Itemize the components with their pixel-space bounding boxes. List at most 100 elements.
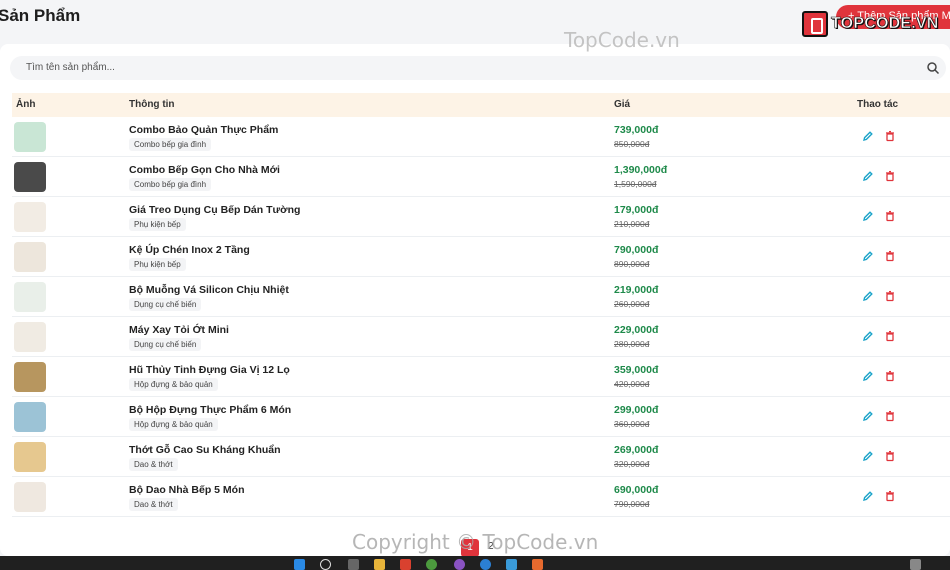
- edit-icon[interactable]: [862, 250, 874, 262]
- product-category-badge: Phụ kiện bếp: [129, 258, 186, 271]
- edit-icon[interactable]: [862, 330, 874, 342]
- edit-icon[interactable]: [862, 490, 874, 502]
- table-row: Thớt Gỗ Cao Su Kháng Khuẩn Dao & thớt 26…: [12, 437, 950, 477]
- delete-icon[interactable]: [884, 290, 896, 302]
- delete-icon[interactable]: [884, 250, 896, 262]
- search-bar[interactable]: Tìm tên sản phẩm...: [10, 56, 946, 80]
- product-price: 269,000đ: [614, 444, 659, 456]
- app-icon-red[interactable]: [400, 559, 411, 570]
- product-old-price: 790,000đ: [614, 499, 650, 509]
- product-old-price: 890,000đ: [614, 259, 650, 269]
- table-row: Kệ Úp Chén Inox 2 Tầng Phụ kiện bếp 790,…: [12, 237, 950, 277]
- edit-icon[interactable]: [862, 450, 874, 462]
- edit-icon[interactable]: [862, 170, 874, 182]
- product-thumbnail: [14, 202, 46, 232]
- product-name: Hũ Thủy Tinh Đựng Gia Vị 12 Lọ: [129, 364, 290, 376]
- delete-icon[interactable]: [884, 490, 896, 502]
- table-row: Bộ Dao Nhà Bếp 5 Món Dao & thớt 690,000đ…: [12, 477, 950, 517]
- edit-icon[interactable]: [862, 130, 874, 142]
- tray-icon[interactable]: [910, 559, 921, 570]
- product-old-price: 360,000đ: [614, 419, 650, 429]
- product-old-price: 850,000đ: [614, 139, 650, 149]
- page-header: Sản Phẩm + Thêm Sản phẩm Mới TOPCODE.VN: [0, 0, 950, 40]
- product-old-price: 260,000đ: [614, 299, 650, 309]
- delete-icon[interactable]: [884, 210, 896, 222]
- edit-icon[interactable]: [862, 210, 874, 222]
- product-name: Giá Treo Dụng Cụ Bếp Dán Tường: [129, 204, 301, 216]
- product-category-badge: Hộp đựng & bảo quản: [129, 378, 218, 391]
- table-row: Giá Treo Dụng Cụ Bếp Dán Tường Phụ kiện …: [12, 197, 950, 237]
- edit-icon[interactable]: [862, 370, 874, 382]
- product-price: 739,000đ: [614, 124, 659, 136]
- product-price: 179,000đ: [614, 204, 659, 216]
- product-price: 1,390,000đ: [614, 164, 668, 176]
- product-category-badge: Dao & thớt: [129, 458, 178, 471]
- search-icon[interactable]: [926, 61, 940, 75]
- table-row: Combo Bảo Quản Thực Phẩm Combo bếp gia đ…: [12, 117, 950, 157]
- header-actions: Thao tác: [857, 99, 899, 110]
- product-price: 359,000đ: [614, 364, 659, 376]
- file-explorer-icon[interactable]: [374, 559, 385, 570]
- store-icon[interactable]: [506, 559, 517, 570]
- delete-icon[interactable]: [884, 410, 896, 422]
- delete-icon[interactable]: [884, 330, 896, 342]
- task-view-icon[interactable]: [348, 559, 359, 570]
- product-thumbnail: [14, 282, 46, 312]
- search-input[interactable]: Tìm tên sản phẩm...: [26, 62, 115, 73]
- table-row: Combo Bếp Gọn Cho Nhà Mới Combo bếp gia …: [12, 157, 950, 197]
- product-name: Bộ Muỗng Vá Silicon Chịu Nhiệt: [129, 284, 289, 296]
- table-row: Hũ Thủy Tinh Đựng Gia Vị 12 Lọ Hộp đựng …: [12, 357, 950, 397]
- logo-mark-icon: [802, 11, 828, 37]
- header-info: Thông tin: [129, 99, 175, 110]
- product-category-badge: Dụng cụ chế biến: [129, 338, 202, 351]
- product-thumbnail: [14, 122, 46, 152]
- watermark-bottom: Copyright © TopCode.vn: [352, 530, 599, 554]
- os-taskbar: [0, 556, 950, 570]
- table-row: Bộ Hộp Đựng Thực Phẩm 6 Món Hộp đựng & b…: [12, 397, 950, 437]
- edit-icon[interactable]: [862, 290, 874, 302]
- delete-icon[interactable]: [884, 170, 896, 182]
- product-thumbnail: [14, 162, 46, 192]
- header-image: Ảnh: [16, 99, 36, 110]
- product-price: 690,000đ: [614, 484, 659, 496]
- product-price: 219,000đ: [614, 284, 659, 296]
- product-old-price: 1,590,000đ: [614, 179, 657, 189]
- product-name: Bộ Dao Nhà Bếp 5 Món: [129, 484, 245, 496]
- product-name: Combo Bảo Quản Thực Phẩm: [129, 124, 279, 136]
- product-thumbnail: [14, 322, 46, 352]
- product-category-badge: Combo bếp gia đình: [129, 178, 212, 191]
- delete-icon[interactable]: [884, 450, 896, 462]
- product-old-price: 210,000đ: [614, 219, 650, 229]
- product-category-badge: Dao & thớt: [129, 498, 178, 511]
- app-icon-orange[interactable]: [532, 559, 543, 570]
- app-icon-purple[interactable]: [454, 559, 465, 570]
- product-name: Máy Xay Tỏi Ớt Mini: [129, 324, 229, 336]
- product-price: 790,000đ: [614, 244, 659, 256]
- search-taskbar-icon[interactable]: [320, 559, 331, 570]
- table-header: Ảnh Thông tin Giá Thao tác: [12, 93, 950, 117]
- product-category-badge: Phụ kiện bếp: [129, 218, 186, 231]
- topcode-logo: TOPCODE.VN: [802, 10, 939, 38]
- products-page: Sản Phẩm + Thêm Sản phẩm Mới TOPCODE.VN …: [0, 0, 950, 570]
- product-old-price: 420,000đ: [614, 379, 650, 389]
- delete-icon[interactable]: [884, 370, 896, 382]
- delete-icon[interactable]: [884, 130, 896, 142]
- product-category-badge: Combo bếp gia đình: [129, 138, 212, 151]
- chrome-icon[interactable]: [426, 559, 437, 570]
- product-thumbnail: [14, 242, 46, 272]
- windows-start-icon[interactable]: [294, 559, 305, 570]
- page-title: Sản Phẩm: [0, 6, 81, 25]
- product-price: 229,000đ: [614, 324, 659, 336]
- product-thumbnail: [14, 402, 46, 432]
- product-thumbnail: [14, 442, 46, 472]
- edge-icon[interactable]: [480, 559, 491, 570]
- product-category-badge: Dụng cụ chế biến: [129, 298, 202, 311]
- edit-icon[interactable]: [862, 410, 874, 422]
- product-thumbnail: [14, 362, 46, 392]
- product-old-price: 280,000đ: [614, 339, 650, 349]
- product-thumbnail: [14, 482, 46, 512]
- header-price: Giá: [614, 99, 631, 110]
- product-category-badge: Hộp đựng & bảo quản: [129, 418, 218, 431]
- table-row: Bộ Muỗng Vá Silicon Chịu Nhiệt Dụng cụ c…: [12, 277, 950, 317]
- logo-text: TOPCODE.VN: [831, 15, 939, 33]
